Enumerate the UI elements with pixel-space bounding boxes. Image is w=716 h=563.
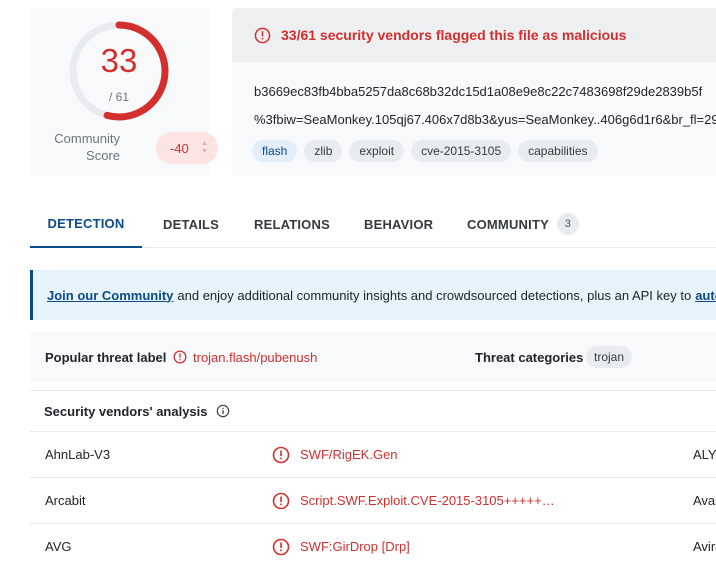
threat-categories-label: Threat categories	[475, 349, 584, 365]
file-name: %3fbiw=SeaMonkey.105qj67.406x7d8b3&yus=S…	[254, 112, 716, 127]
vote-arrows-icon[interactable]: ▲ ▼	[201, 140, 209, 156]
table-row: Arcabit Script.SWF.Exploit.CVE-2015-3105…	[30, 478, 716, 524]
threat-category-tag[interactable]: trojan	[586, 346, 633, 368]
tag-zlib[interactable]: zlib	[304, 140, 343, 162]
tab-bar: DETECTION DETAILS RELATIONS BEHAVIOR COM…	[30, 200, 716, 248]
vendor-name: ALYac	[693, 447, 716, 462]
tab-detection[interactable]: DETECTION	[30, 200, 142, 248]
banner-text: and enjoy additional community insights …	[177, 287, 692, 303]
community-banner: Join our Community and enjoy additional …	[30, 270, 716, 320]
community-score-value: -40	[170, 140, 189, 156]
vendor-name: Avast	[693, 493, 716, 508]
file-summary-card: 33/61 security vendors flagged this file…	[232, 8, 716, 176]
vendor-name: Arcabit	[45, 493, 86, 508]
vendor-name: Avira	[693, 539, 716, 554]
alert-circle-icon	[254, 27, 271, 43]
vendor-name: AVG	[45, 539, 72, 554]
table-row: AVG SWF:GirDrop [Drp] Avira	[30, 524, 716, 563]
malicious-flag-bar: 33/61 security vendors flagged this file…	[232, 8, 716, 62]
tab-behavior[interactable]: BEHAVIOR	[364, 200, 433, 248]
alert-circle-icon	[272, 492, 290, 509]
vendor-name: AhnLab-V3	[45, 447, 111, 462]
detection-total: / 61	[108, 90, 129, 104]
automate-checks-link[interactable]: automate checks.	[695, 288, 716, 303]
table-row: AhnLab-V3 SWF/RigEK.Gen ALYac	[30, 432, 716, 478]
detection-result: SWF:GirDrop [Drp]	[272, 538, 410, 556]
tab-relations[interactable]: RELATIONS	[254, 200, 330, 248]
detection-result: Script.SWF.Exploit.CVE-2015-3105+++++…	[272, 492, 555, 510]
tab-community[interactable]: COMMUNITY 3	[467, 200, 579, 248]
detection-result: SWF/RigEK.Gen	[272, 446, 398, 464]
tab-community-label: COMMUNITY	[467, 216, 549, 232]
tab-details[interactable]: DETAILS	[163, 200, 219, 248]
tag-flash[interactable]: flash	[252, 140, 298, 162]
popular-threat-value: trojan.flash/pubenush	[173, 350, 317, 365]
community-score-label: Community Score	[54, 131, 120, 163]
community-score-pill[interactable]: -40 ▲ ▼	[156, 132, 218, 164]
file-tags: flash zlib exploit cve-2015-3105 capabil…	[252, 140, 598, 162]
popular-threat-label: Popular threat label	[45, 349, 167, 365]
tag-cve[interactable]: cve-2015-3105	[411, 140, 512, 162]
threat-summary-row: Popular threat label trojan.flash/pubenu…	[30, 332, 716, 382]
alert-circle-icon	[272, 538, 290, 555]
vendor-results-table: AhnLab-V3 SWF/RigEK.Gen ALYac Arcabit Sc…	[30, 432, 716, 563]
info-icon[interactable]	[216, 404, 230, 418]
alert-circle-icon	[173, 350, 187, 364]
tag-capabilities[interactable]: capabilities	[518, 140, 598, 162]
tag-exploit[interactable]: exploit	[349, 140, 405, 162]
vendors-analysis-heading: Security vendors' analysis	[30, 390, 716, 432]
alert-circle-icon	[272, 446, 290, 463]
malicious-flag-text: 33/61 security vendors flagged this file…	[281, 27, 627, 43]
detection-score-card: 33 / 61 Community Score -40 ▲ ▼	[30, 8, 218, 176]
community-count-badge: 3	[556, 213, 579, 235]
join-community-link[interactable]: Join our Community	[47, 288, 173, 303]
file-hash[interactable]: b3669ec83fb4bba5257da8c68b32dc15d1a08e9e…	[254, 84, 702, 99]
detection-count: 33	[100, 42, 138, 79]
